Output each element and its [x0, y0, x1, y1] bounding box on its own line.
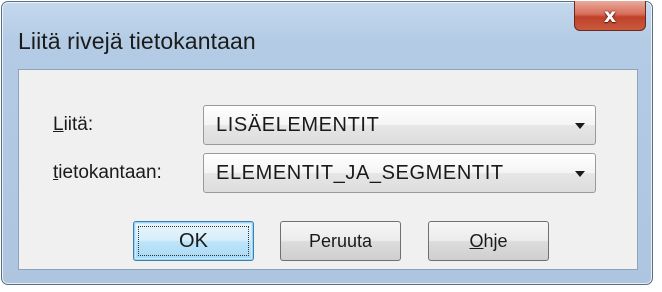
source-label: Liitä:: [53, 114, 93, 136]
dialog-body: Liitä: LISÄELEMENTIT tietokantaan: ELEME…: [18, 69, 638, 270]
title-bar[interactable]: Liitä rivejä tietokantaan: [2, 2, 652, 68]
help-button-label: Ohje: [469, 231, 507, 252]
dialog-window: Liitä rivejä tietokantaan x Liitä: LISÄE…: [1, 1, 653, 285]
source-label-text: iitä:: [63, 114, 94, 135]
chevron-down-icon[interactable]: [575, 171, 585, 177]
help-button-mnemonic: O: [469, 230, 484, 251]
source-table-select[interactable]: LISÄELEMENTIT: [203, 105, 596, 145]
target-label-text: ietokantaan:: [58, 162, 162, 183]
ok-button-label: OK: [179, 229, 208, 252]
target-table-value: ELEMENTIT_JA_SEGMENTIT: [216, 162, 504, 184]
ok-button[interactable]: OK: [133, 221, 254, 261]
source-table-value: LISÄELEMENTIT: [216, 114, 380, 136]
target-table-select[interactable]: ELEMENTIT_JA_SEGMENTIT: [203, 153, 596, 193]
source-label-mnemonic: L: [53, 114, 64, 135]
help-button[interactable]: Ohje: [428, 221, 549, 261]
close-icon: x: [603, 4, 617, 27]
target-label: tietokantaan:: [53, 162, 162, 184]
cancel-button-label: Peruuta: [308, 230, 373, 251]
chevron-down-icon[interactable]: [575, 123, 585, 129]
help-button-text: hje: [483, 230, 508, 251]
close-button[interactable]: x: [574, 1, 646, 31]
cancel-button[interactable]: Peruuta: [280, 221, 401, 261]
window-title: Liitä rivejä tietokantaan: [18, 28, 256, 54]
